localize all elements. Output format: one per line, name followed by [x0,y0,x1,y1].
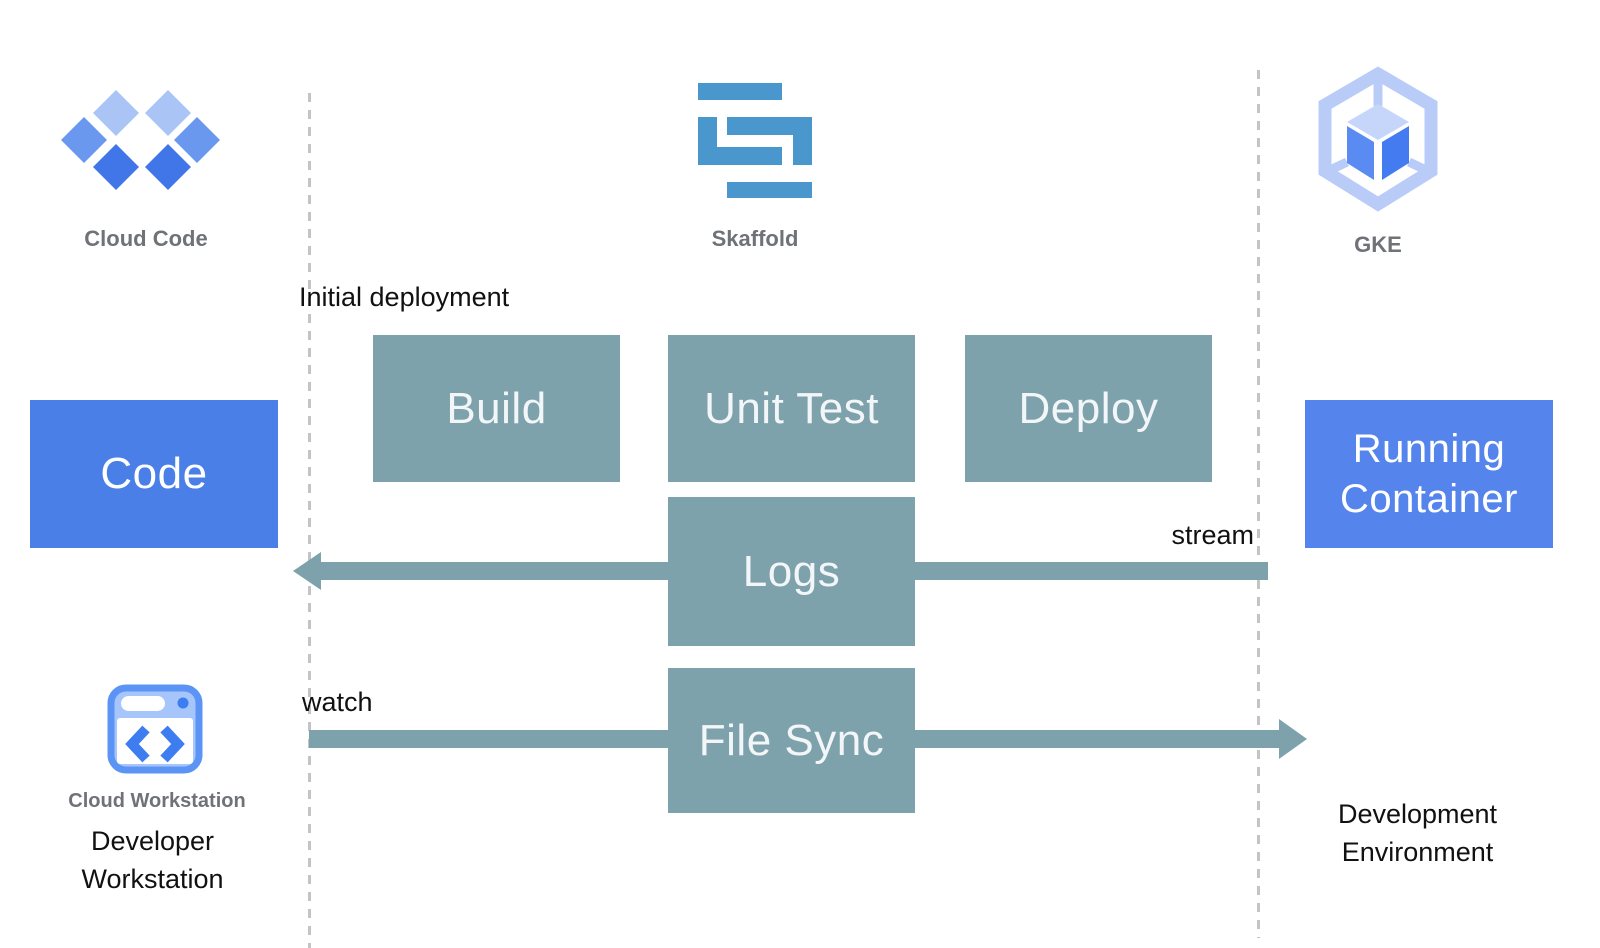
skaffold-workflow-diagram: Cloud Code Skaffold GKE Initial deployme… [0,0,1600,948]
developer-workstation-label: Developer Workstation [40,822,265,898]
watch-label: watch [302,687,373,718]
code-box: Code [30,400,278,548]
stream-label: stream [1104,520,1254,551]
deploy-box: Deploy [965,335,1212,482]
cloud-code-icon [60,86,228,198]
gke-label: GKE [1278,232,1478,258]
cloud-code-label: Cloud Code [46,226,246,252]
skaffold-label: Skaffold [655,226,855,252]
skaffold-icon [695,81,815,199]
build-box: Build [373,335,620,482]
unit-test-box: Unit Test [668,335,915,482]
cloud-workstation-icon [107,684,203,774]
file-sync-box: File Sync [668,668,915,813]
logs-box: Logs [668,497,915,646]
cloud-workstation-label: Cloud Workstation [37,790,277,813]
initial-deployment-label: Initial deployment [299,282,509,313]
gke-icon [1312,62,1444,214]
running-container-box: Running Container [1305,400,1553,548]
development-environment-label: Development Environment [1300,795,1535,871]
